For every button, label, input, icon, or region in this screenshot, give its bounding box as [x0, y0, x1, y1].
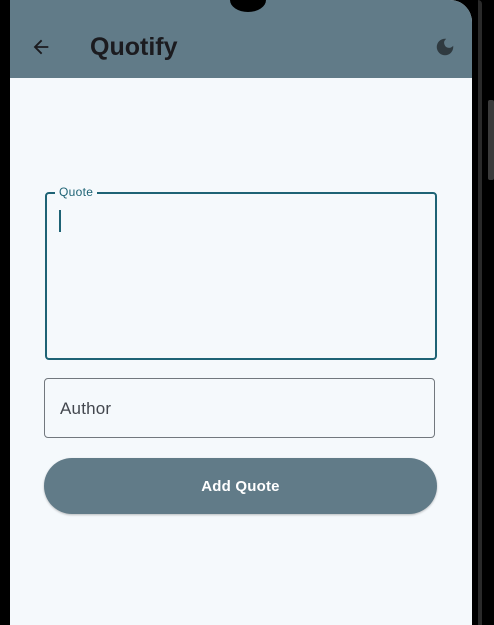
quote-field[interactable]: Quote: [45, 184, 437, 360]
author-input[interactable]: [58, 379, 422, 439]
theme-toggle-button[interactable]: [430, 32, 460, 62]
arrow-left-icon: [33, 39, 49, 55]
moon-icon: [436, 38, 454, 56]
device-frame-edge: [478, 0, 482, 625]
add-quote-button[interactable]: Add Quote: [44, 458, 437, 514]
author-field[interactable]: [44, 378, 435, 439]
device-frame: Quotify Quote Add Quote: [0, 0, 494, 625]
app-title: Quotify: [90, 33, 178, 61]
device-side-button: [488, 100, 494, 180]
app-screen: Quotify Quote Add Quote: [10, 0, 472, 625]
quote-input[interactable]: [59, 206, 427, 350]
app-bar: Quotify: [10, 0, 472, 78]
quote-field-label: Quote: [55, 184, 98, 200]
back-button[interactable]: [26, 32, 56, 62]
